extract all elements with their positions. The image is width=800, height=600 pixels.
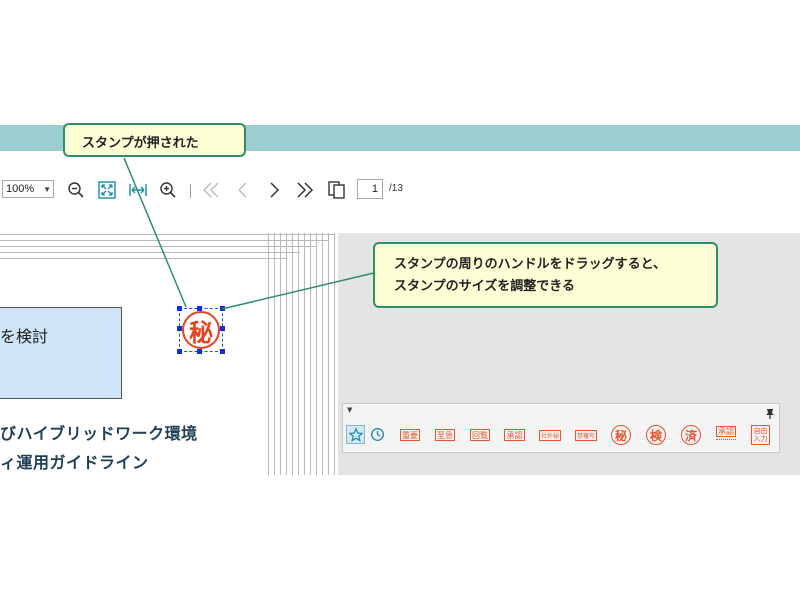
stamp-shonin-dated[interactable]: 承認 bbox=[714, 426, 738, 446]
stamp-kinfukusha[interactable]: 禁複写 bbox=[575, 430, 597, 441]
callout-resize-line1: スタンプの周りのハンドルをドラッグすると、 bbox=[394, 256, 667, 271]
callout-resize: スタンプの周りのハンドルをドラッグすると、 スタンプのサイズを調整できる bbox=[373, 242, 718, 308]
stamp-shonin[interactable]: 承認 bbox=[504, 429, 525, 441]
favorites-star-icon[interactable] bbox=[346, 425, 365, 444]
stamp-shagaihi[interactable]: 社外秘 bbox=[539, 430, 561, 441]
stamp-date-line bbox=[716, 439, 736, 442]
stamp-ken[interactable]: 検 bbox=[646, 425, 666, 445]
palette-menu-chevron-icon[interactable]: ▼ bbox=[347, 406, 352, 414]
stamp-palette: ▼ 重要 至急 回覧 承認 社外秘 禁複写 秘 検 済 承認 自由入力 bbox=[342, 403, 780, 453]
stamp-hi[interactable]: 秘 bbox=[611, 425, 631, 445]
stamp-free-input[interactable]: 自由入力 bbox=[751, 425, 770, 445]
stamp-juyo[interactable]: 重要 bbox=[400, 429, 420, 441]
pin-icon[interactable] bbox=[765, 405, 775, 424]
stamp-shonin-dated-label: 承認 bbox=[716, 426, 736, 437]
callout-stamped-text: スタンプが押された bbox=[82, 135, 199, 150]
stamp-shikyu[interactable]: 至急 bbox=[435, 429, 455, 441]
callout-stamped: スタンプが押された bbox=[63, 123, 246, 157]
stamp-kairan[interactable]: 回覧 bbox=[470, 429, 490, 441]
callout-resize-line2: スタンプのサイズを調整できる bbox=[394, 278, 575, 293]
stamp-sumi[interactable]: 済 bbox=[681, 425, 701, 445]
history-clock-icon[interactable] bbox=[370, 427, 385, 446]
